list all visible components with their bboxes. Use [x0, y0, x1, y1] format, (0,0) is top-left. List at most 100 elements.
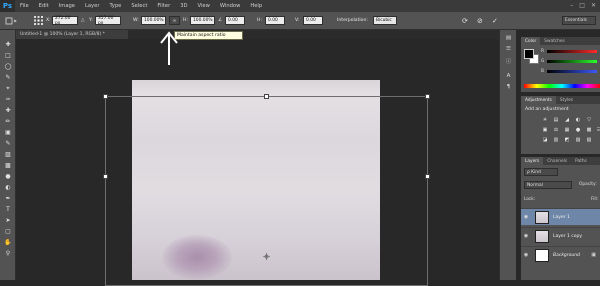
levels-icon[interactable]: ▤	[552, 116, 560, 123]
reference-point-crosshair[interactable]	[263, 253, 270, 260]
menu-file[interactable]: File	[15, 3, 34, 9]
selective-color-icon[interactable]: ▨	[574, 136, 582, 143]
maintain-aspect-ratio-button[interactable]: ∞	[169, 16, 180, 25]
v-skew-field[interactable]: 0.00	[303, 16, 323, 25]
width-field[interactable]: 100.00%	[141, 16, 166, 25]
blend-mode-select[interactable]: Normal	[524, 181, 572, 189]
pen-tool-icon[interactable]: ✒	[3, 194, 13, 203]
tab-paths[interactable]: Paths	[571, 157, 591, 165]
eyedropper-tool-icon[interactable]: ✑	[3, 95, 13, 104]
healing-tool-icon[interactable]: ✚	[3, 106, 13, 115]
red-slider-track[interactable]	[547, 50, 597, 53]
move-tool-icon[interactable]: ✚	[3, 40, 13, 49]
delta-icon[interactable]: △	[81, 15, 85, 26]
menu-select[interactable]: Select	[126, 3, 152, 9]
green-slider-track[interactable]	[547, 60, 597, 63]
menu-3d[interactable]: 3D	[175, 3, 192, 9]
blue-slider-track[interactable]	[547, 70, 597, 73]
h-skew-field[interactable]: 0.00	[265, 16, 285, 25]
angle-field[interactable]: 0.00	[225, 16, 245, 25]
photo-filter-icon[interactable]: ●	[574, 126, 582, 133]
exposure-icon[interactable]: ◐	[574, 116, 582, 123]
character-icon[interactable]: A	[504, 72, 513, 80]
color-balance-icon[interactable]: ⚖	[552, 126, 560, 133]
properties-icon[interactable]: ☰	[504, 45, 513, 53]
transform-handle-top-center[interactable]	[264, 94, 269, 99]
eraser-tool-icon[interactable]: ▨	[3, 150, 13, 159]
layer-filter-select[interactable]: ρ Kind	[524, 168, 558, 176]
menu-layer[interactable]: Layer	[80, 3, 104, 9]
red-slider[interactable]: R	[541, 48, 597, 55]
menu-type[interactable]: Type	[104, 3, 126, 9]
menu-filter[interactable]: Filter	[152, 3, 175, 9]
dodge-tool-icon[interactable]: ◐	[3, 183, 13, 192]
layer-name[interactable]: Background	[553, 253, 580, 258]
hue-saturation-icon[interactable]: ▣	[541, 126, 549, 133]
interpolation-select[interactable]: Bicubic	[373, 16, 397, 25]
color-lookup-icon[interactable]: ☷	[595, 126, 600, 133]
menu-image[interactable]: Image	[54, 3, 80, 9]
crop-tool-icon[interactable]: ⌖	[3, 84, 13, 93]
history-brush-tool-icon[interactable]: ✎	[3, 139, 13, 148]
type-tool-icon[interactable]: T	[3, 205, 13, 214]
transform-handle-top-left[interactable]	[103, 94, 108, 99]
blue-slider[interactable]: B	[541, 68, 597, 75]
marquee-tool-icon[interactable]: □	[3, 51, 13, 60]
layer-row-background[interactable]: ◉ Background ▣	[521, 246, 600, 263]
tab-layers[interactable]: Layers	[521, 157, 544, 165]
menu-help[interactable]: Help	[245, 3, 267, 9]
menu-window[interactable]: Window	[215, 3, 245, 9]
commit-transform-icon[interactable]: ✓	[492, 15, 498, 26]
maximize-icon[interactable]: □	[579, 2, 585, 9]
lasso-tool-icon[interactable]: ◯	[3, 62, 13, 71]
foreground-color-swatch[interactable]	[524, 49, 534, 59]
curves-icon[interactable]: ◢	[563, 116, 571, 123]
gradient-tool-icon[interactable]: ▩	[3, 161, 13, 170]
layer-name[interactable]: Layer 1	[553, 215, 570, 220]
visibility-eye-icon[interactable]: ◉	[521, 252, 531, 258]
tab-adjustments[interactable]: Adjustments	[521, 96, 556, 104]
blur-tool-icon[interactable]: ●	[3, 172, 13, 181]
workspace-select[interactable]: Essentials	[562, 16, 596, 25]
tab-swatches[interactable]: Swatches	[540, 37, 569, 45]
channel-mixer-icon[interactable]: ▩	[585, 126, 593, 133]
brush-tool-icon[interactable]: ✏	[3, 117, 13, 126]
transform-handle-middle-right[interactable]	[425, 174, 430, 179]
transform-tool-icon[interactable]	[4, 15, 18, 26]
document-tab[interactable]: Untitled-1 @ 100% (Layer 1, RGB/8) *	[16, 30, 128, 39]
history-icon[interactable]: ▤	[504, 34, 513, 42]
transform-handle-top-right[interactable]	[425, 94, 430, 99]
color-spectrum-ramp[interactable]	[524, 84, 600, 88]
quick-select-tool-icon[interactable]: ✎	[3, 73, 13, 82]
vibrance-icon[interactable]: ▽	[585, 116, 593, 123]
info-icon[interactable]: ⓘ	[504, 57, 513, 65]
transform-handle-middle-left[interactable]	[103, 174, 108, 179]
layer-row-layer-1[interactable]: ◉ Layer 1	[521, 208, 600, 225]
menu-view[interactable]: View	[193, 3, 215, 9]
shape-tool-icon[interactable]: ▢	[3, 227, 13, 236]
path-select-tool-icon[interactable]: ➤	[3, 216, 13, 225]
tab-color[interactable]: Color	[521, 37, 541, 45]
threshold-icon[interactable]: ◩	[563, 136, 571, 143]
reference-point-icon[interactable]	[34, 15, 43, 26]
tab-channels[interactable]: Channels	[543, 157, 571, 165]
tab-styles[interactable]: Styles	[556, 96, 577, 104]
layer-row-layer-1-copy[interactable]: ◉ Layer 1 copy	[521, 227, 600, 244]
brightness-icon[interactable]: ☀	[541, 116, 549, 123]
height-field[interactable]: 100.00%	[190, 16, 215, 25]
clone-stamp-tool-icon[interactable]: ▣	[3, 128, 13, 137]
black-white-icon[interactable]: ▦	[563, 126, 571, 133]
warp-mode-icon[interactable]: ⟳	[462, 15, 468, 26]
hand-tool-icon[interactable]: ✋	[3, 238, 13, 247]
invert-icon[interactable]: ◪	[541, 136, 549, 143]
zoom-tool-icon[interactable]: ⚲	[3, 249, 13, 258]
menu-edit[interactable]: Edit	[34, 3, 54, 9]
minimize-icon[interactable]: –	[570, 2, 573, 9]
y-field[interactable]: 357.00 px	[95, 16, 121, 26]
layer-name[interactable]: Layer 1 copy	[553, 234, 582, 239]
visibility-eye-icon[interactable]: ◉	[521, 233, 531, 239]
visibility-eye-icon[interactable]: ◉	[521, 214, 531, 220]
close-icon[interactable]: ✕	[591, 2, 596, 9]
x-field[interactable]: 272.00 px	[52, 16, 78, 26]
green-slider[interactable]: G	[541, 58, 597, 65]
